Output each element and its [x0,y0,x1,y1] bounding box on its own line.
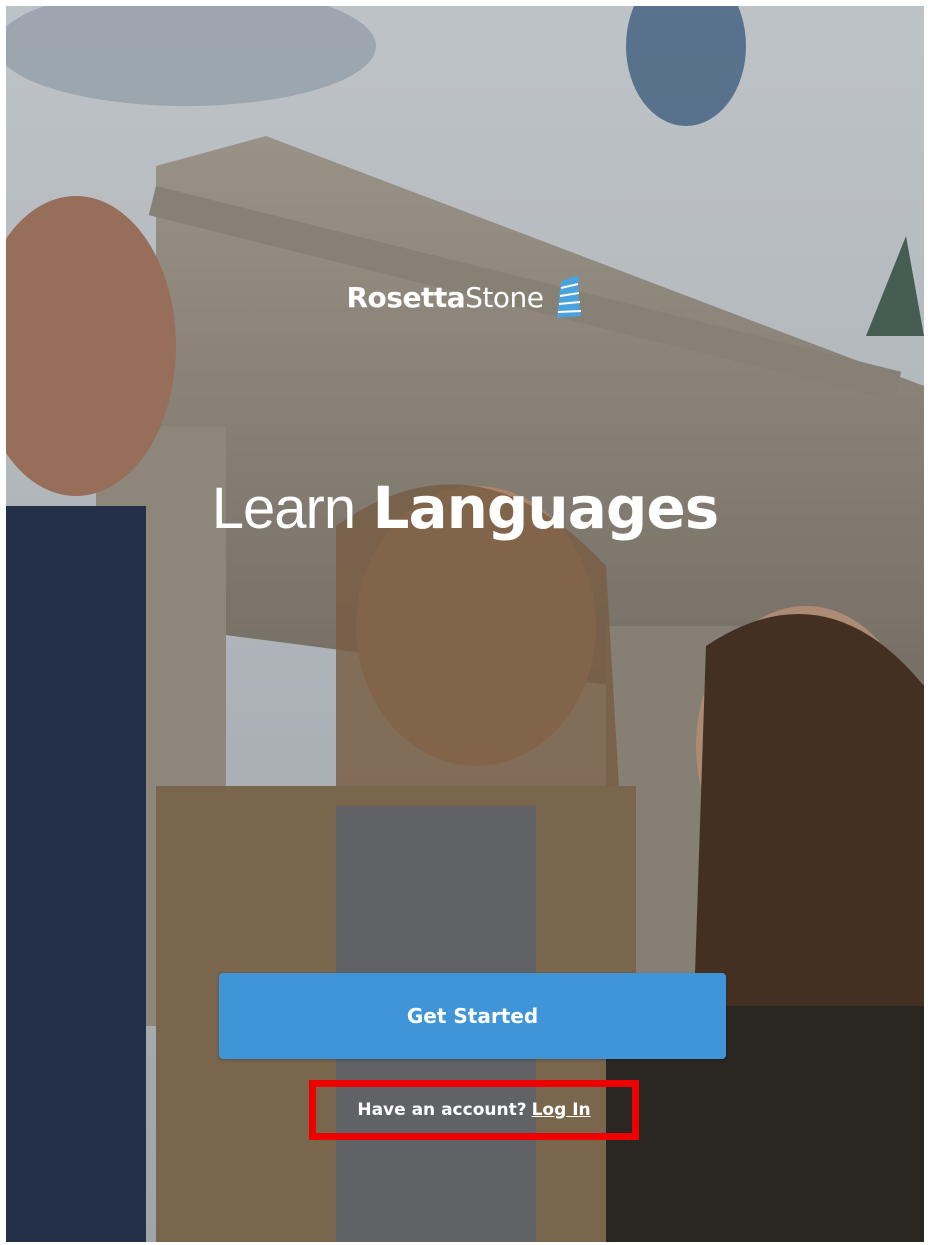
login-highlight-box: Have an account? Log In [309,1080,639,1140]
welcome-screen: RosettaStone Learn Languages Get Started… [6,6,924,1242]
brand-wordmark: RosettaStone [347,281,544,314]
headline: Learn Languages [6,474,924,542]
login-link[interactable]: Log In [532,1100,591,1120]
headline-bold: Languages [372,474,720,542]
headline-light: Learn [211,476,356,541]
brand-name-light: Stone [465,280,544,314]
brand-logo: RosettaStone [6,274,924,320]
get-started-button[interactable]: Get Started [219,973,726,1059]
brand-name-bold: Rosetta [346,280,466,314]
have-account-text: Have an account? [357,1100,527,1120]
login-prompt: Have an account? Log In [357,1100,590,1120]
sail-icon [557,276,582,318]
